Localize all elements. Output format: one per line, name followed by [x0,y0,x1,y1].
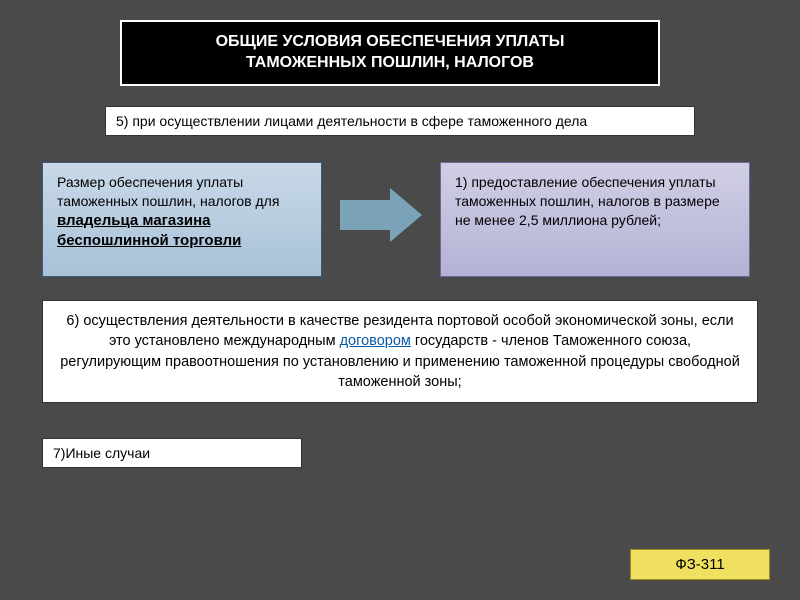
arrow-head-icon [390,188,422,242]
item-6-link: договором [340,333,411,349]
item-7-text: 7)Иные случаи [53,445,150,461]
item-6-box: 6) осуществления деятельности в качестве… [42,300,758,403]
item-7-box: 7)Иные случаи [42,438,302,468]
title-line1: ОБЩИЕ УСЛОВИЯ ОБЕСПЕЧЕНИЯ УПЛАТЫ [216,33,565,50]
left-box-prefix: Размер обеспечения уплаты таможенных пош… [57,174,279,209]
item-5-box: 5) при осуществлении лицами деятельности… [105,106,695,136]
arrow-icon [340,200,390,230]
title-line2: ТАМОЖЕННЫХ ПОШЛИН, НАЛОГОВ [246,54,534,71]
left-box-owner: владельца магазина беспошлинной торговли [57,212,241,249]
right-info-box: 1) предоставление обеспечения уплаты там… [440,162,750,277]
law-reference-text: ФЗ-311 [675,556,724,573]
left-info-box: Размер обеспечения уплаты таможенных пош… [42,162,322,277]
slide-title: ОБЩИЕ УСЛОВИЯ ОБЕСПЕЧЕНИЯ УПЛАТЫ ТАМОЖЕН… [120,20,660,86]
item-5-text: 5) при осуществлении лицами деятельности… [116,113,587,129]
right-box-text: 1) предоставление обеспечения уплаты там… [455,174,720,228]
law-reference-box: ФЗ-311 [630,549,770,580]
